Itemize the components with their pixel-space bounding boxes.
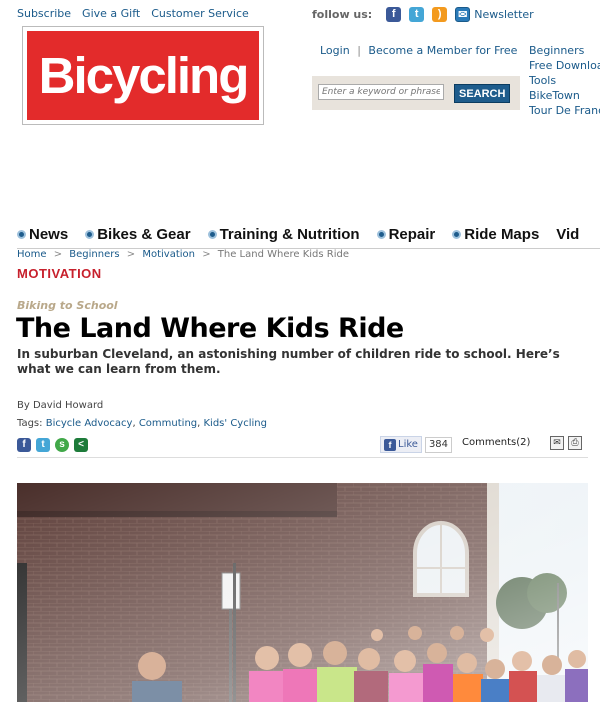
article-kicker: Biking to School bbox=[17, 299, 118, 312]
nav-item-bikes-gear[interactable]: Bikes & Gear bbox=[85, 226, 191, 243]
share-icons: f t s < bbox=[17, 438, 88, 452]
facebook-like-widget: f Like 384 bbox=[380, 436, 453, 453]
article-hero-image bbox=[17, 483, 588, 702]
search-box: SEARCH bbox=[312, 76, 520, 110]
newsletter-link[interactable]: Newsletter bbox=[474, 8, 533, 21]
nav-item-video[interactable]: Vid bbox=[556, 226, 579, 243]
login-link[interactable]: Login bbox=[320, 44, 350, 57]
nav-label: Vid bbox=[556, 226, 580, 243]
facebook-icon[interactable]: f bbox=[386, 7, 402, 22]
quick-links: Beginners Free Downloads Tools BikeTown … bbox=[529, 43, 600, 118]
share-bar: f t s < f Like 384 Comments(2) ✉ ⎙ bbox=[17, 436, 588, 458]
search-button[interactable]: SEARCH bbox=[454, 84, 511, 103]
nav-label: News bbox=[29, 226, 69, 243]
share-sharethis-icon[interactable]: < bbox=[74, 438, 88, 452]
main-nav: News Bikes & Gear Training & Nutrition R… bbox=[17, 221, 600, 249]
breadcrumb-beginners[interactable]: Beginners bbox=[69, 249, 119, 260]
nav-bullet-icon bbox=[207, 230, 217, 239]
breadcrumb-motivation[interactable]: Motivation bbox=[142, 249, 195, 260]
nav-item-ride-maps[interactable]: Ride Maps bbox=[452, 226, 539, 243]
tags-label: Tags: bbox=[17, 418, 43, 429]
article-byline: By David Howard bbox=[17, 400, 104, 411]
hero-image-graphic bbox=[17, 483, 588, 702]
nav-bullet-icon bbox=[17, 230, 26, 239]
quick-link-biketown[interactable]: BikeTown bbox=[529, 88, 600, 103]
become-member-link[interactable]: Become a Member for Free bbox=[368, 44, 517, 57]
twitter-icon[interactable]: t bbox=[409, 7, 425, 22]
article-tools: ✉ ⎙ bbox=[550, 436, 582, 450]
nav-label: Ride Maps bbox=[464, 226, 540, 243]
like-count: 384 bbox=[424, 436, 453, 453]
follow-us-bar: follow us: f t ) ✉ Newsletter bbox=[312, 7, 534, 22]
tag-commuting[interactable]: Commuting bbox=[139, 418, 197, 429]
quick-link-beginners[interactable]: Beginners bbox=[529, 43, 600, 58]
quick-link-free-downloads[interactable]: Free Downloads bbox=[529, 58, 600, 73]
email-icon[interactable]: ✉ bbox=[550, 436, 564, 450]
print-icon[interactable]: ⎙ bbox=[568, 436, 582, 450]
search-input[interactable] bbox=[318, 84, 444, 100]
site-logo[interactable]: Bicycling bbox=[27, 31, 259, 120]
section-title: MOTIVATION bbox=[17, 266, 102, 281]
rss-icon[interactable]: ) bbox=[432, 7, 448, 22]
subscribe-link[interactable]: Subscribe bbox=[17, 7, 71, 20]
nav-bullet-icon bbox=[452, 230, 462, 239]
breadcrumb-home[interactable]: Home bbox=[17, 249, 47, 260]
tag-kids-cycling[interactable]: Kids' Cycling bbox=[204, 418, 267, 429]
nav-label: Training & Nutrition bbox=[219, 226, 360, 243]
nav-item-news[interactable]: News bbox=[17, 226, 68, 243]
comments-link[interactable]: Comments(2) bbox=[462, 437, 530, 448]
share-stumbleupon-icon[interactable]: s bbox=[55, 438, 69, 452]
logo-text: Bicycling bbox=[38, 47, 250, 104]
breadcrumb: Home > Beginners > Motivation > The Land… bbox=[17, 249, 349, 260]
customer-service-link[interactable]: Customer Service bbox=[151, 7, 249, 20]
follow-us-label: follow us: bbox=[312, 8, 373, 21]
site-logo-frame[interactable]: Bicycling bbox=[22, 26, 264, 125]
breadcrumb-current: The Land Where Kids Ride bbox=[217, 249, 350, 260]
nav-label: Repair bbox=[388, 226, 436, 243]
article-dek: In suburban Cleveland, an astonishing nu… bbox=[17, 347, 560, 376]
account-separator: | bbox=[357, 44, 361, 57]
breadcrumb-separator: > bbox=[202, 249, 211, 260]
account-links: Login | Become a Member for Free bbox=[320, 44, 517, 57]
top-utility-links: Subscribe Give a Gift Customer Service bbox=[17, 7, 249, 20]
nav-bullet-icon bbox=[85, 230, 95, 239]
article-title: The Land Where Kids Ride bbox=[16, 313, 404, 344]
quick-link-tools[interactable]: Tools bbox=[529, 73, 600, 88]
share-facebook-icon[interactable]: f bbox=[17, 438, 31, 452]
breadcrumb-separator: > bbox=[53, 249, 63, 260]
newsletter-icon[interactable]: ✉ bbox=[455, 7, 471, 22]
nav-item-training-nutrition[interactable]: Training & Nutrition bbox=[207, 226, 360, 243]
article-tags: Tags: Bicycle Advocacy, Commuting, Kids'… bbox=[17, 418, 267, 429]
like-label: Like bbox=[398, 439, 418, 450]
quick-link-tour-de-france[interactable]: Tour De France bbox=[529, 103, 600, 118]
tag-bicycle-advocacy[interactable]: Bicycle Advocacy bbox=[46, 418, 133, 429]
facebook-like-button[interactable]: f Like bbox=[380, 436, 422, 453]
share-twitter-icon[interactable]: t bbox=[36, 438, 50, 452]
breadcrumb-separator: > bbox=[126, 249, 136, 260]
facebook-icon: f bbox=[384, 438, 396, 451]
nav-item-repair[interactable]: Repair bbox=[376, 226, 436, 243]
nav-label: Bikes & Gear bbox=[97, 226, 191, 243]
give-a-gift-link[interactable]: Give a Gift bbox=[82, 7, 140, 20]
nav-bullet-icon bbox=[376, 230, 386, 239]
